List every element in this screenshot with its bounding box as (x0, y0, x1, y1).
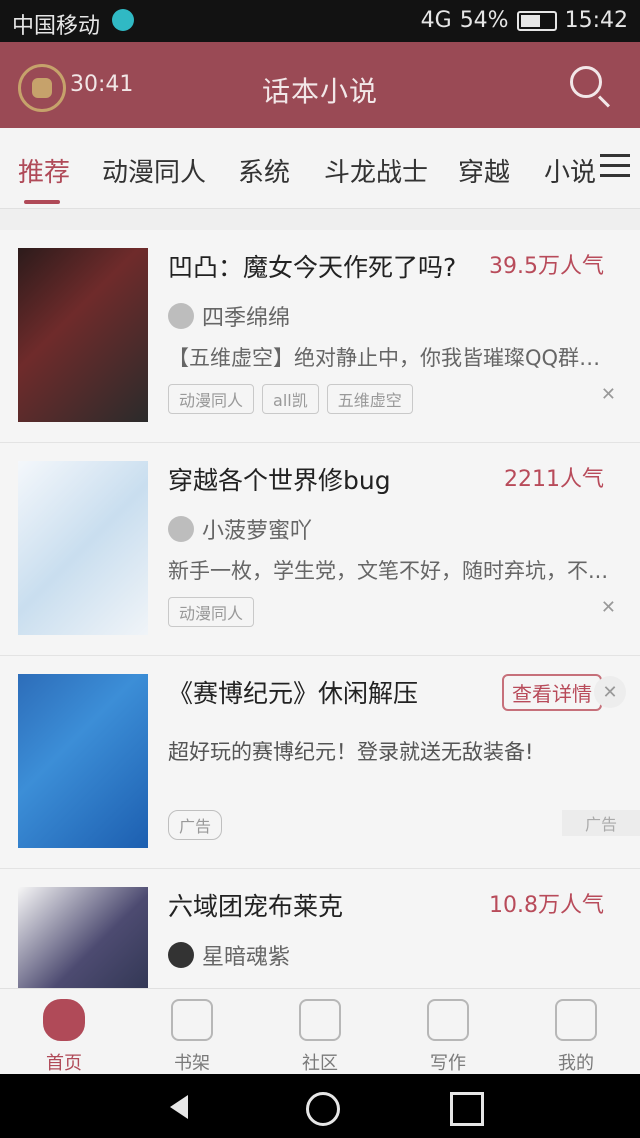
nav-label: 首页 (46, 1053, 82, 1074)
nav-label: 书架 (174, 1053, 210, 1074)
tab-system[interactable]: 系统 (238, 152, 290, 189)
story-author: 星暗魂紫 (168, 939, 290, 971)
story-cover[interactable] (18, 248, 148, 422)
story-cover[interactable] (18, 461, 148, 635)
status-right: 4G 54% 15:42 (421, 8, 628, 33)
pencil-icon (427, 999, 469, 1041)
ad-desc: 超好玩的赛博纪元！登录就送无敌装备! (168, 740, 534, 764)
tab-novel[interactable]: 小说 (544, 152, 596, 189)
battery-icon (516, 10, 557, 31)
story-title[interactable]: 六域团宠布莱克 (168, 887, 343, 923)
story-cover[interactable] (18, 887, 148, 988)
nav-write[interactable]: 写作 (398, 999, 498, 1075)
story-feed[interactable]: 凹凸：魔女今天作死了吗? 39.5万人气 四季绵绵 【五维虚空】绝对静止中，你我… (0, 209, 640, 988)
category-tabs: 推荐 动漫同人 系统 斗龙战士 穿越 小说 (0, 128, 640, 209)
tag[interactable]: 五维虚空 (326, 384, 413, 414)
ad-label: 广告 (562, 810, 640, 836)
ad-title[interactable]: 《赛博纪元》休闲解压 (168, 674, 418, 710)
page-title: 话本小说 (261, 75, 378, 108)
story-desc: 【五维虚空】绝对静止中，你我皆璀璨QQ群号：7... (168, 346, 618, 370)
nav-home[interactable]: 首页 (14, 999, 114, 1075)
avatar (168, 516, 194, 542)
story-popularity: 10.8万人气 (489, 893, 604, 918)
story-author: 四季绵绵 (168, 300, 290, 332)
bottom-nav: 首页 书架 社区 写作 我的 (0, 988, 640, 1075)
nav-profile[interactable]: 我的 (526, 999, 626, 1075)
profile-icon (555, 999, 597, 1041)
clock: 15:42 (564, 8, 628, 33)
nav-community[interactable]: 社区 (270, 999, 370, 1075)
story-title[interactable]: 凹凸：魔女今天作死了吗? (168, 248, 456, 284)
nav-label: 写作 (430, 1053, 466, 1074)
status-bar: 中国移动 4G 54% 15:42 (0, 0, 640, 42)
back-icon[interactable] (164, 1092, 192, 1120)
story-author: 小菠萝蜜吖 (168, 513, 312, 545)
ad-cover[interactable] (18, 674, 148, 848)
menu-icon[interactable] (600, 154, 630, 178)
story-title[interactable]: 穿越各个世界修bug (168, 461, 391, 497)
app-header: 30:41 话本小说 (0, 42, 640, 128)
nav-label: 我的 (558, 1053, 594, 1074)
close-icon[interactable]: ✕ (601, 597, 616, 618)
close-icon[interactable]: ✕ (594, 676, 626, 708)
tab-recommend[interactable]: 推荐 (18, 152, 70, 189)
tab-anime[interactable]: 动漫同人 (102, 152, 206, 189)
story-desc: 新手一枚，学生党，文笔不好，随时弃坑，不... (168, 559, 609, 583)
tag[interactable]: all凯 (262, 384, 319, 414)
tag[interactable]: 动漫同人 (168, 384, 255, 414)
tab-dragon[interactable]: 斗龙战士 (324, 152, 428, 189)
tab-timetravel[interactable]: 穿越 (458, 152, 510, 189)
nav-shelf[interactable]: 书架 (142, 999, 242, 1075)
close-icon[interactable]: ✕ (601, 384, 616, 405)
carrier-name: 中国移动 (12, 14, 101, 39)
avatar (168, 303, 194, 329)
story-card[interactable]: 凹凸：魔女今天作死了吗? 39.5万人气 四季绵绵 【五维虚空】绝对静止中，你我… (0, 230, 640, 443)
ad-badge: 广告 (168, 810, 223, 840)
story-card[interactable]: 六域团宠布莱克 10.8万人气 星暗魂紫 (0, 869, 640, 988)
story-popularity: 2211人气 (504, 467, 604, 492)
story-tags: 动漫同人 all凯 五维虚空 (168, 384, 413, 414)
community-icon (299, 999, 341, 1041)
avatar (168, 942, 194, 968)
active-tab-indicator (24, 200, 60, 204)
moon-icon (112, 9, 134, 31)
story-card[interactable]: 穿越各个世界修bug 2211人气 小菠萝蜜吖 新手一枚，学生党，文笔不好，随时… (0, 443, 640, 656)
recent-apps-icon[interactable] (450, 1092, 484, 1126)
battery-percent: 54% (459, 8, 509, 33)
nav-label: 社区 (302, 1053, 338, 1074)
home-button-icon[interactable] (306, 1092, 340, 1126)
story-tags: 动漫同人 (168, 597, 255, 627)
network-label: 4G (420, 8, 452, 33)
home-icon (43, 999, 85, 1041)
ad-card[interactable]: 《赛博纪元》休闲解压 查看详情 ✕ 超好玩的赛博纪元！登录就送无敌装备! 广告 … (0, 656, 640, 869)
story-popularity: 39.5万人气 (489, 254, 604, 279)
system-nav-bar (0, 1074, 640, 1138)
tag[interactable]: 动漫同人 (168, 597, 255, 627)
view-details-button[interactable]: 查看详情 (502, 674, 602, 711)
search-icon[interactable] (570, 66, 602, 98)
bookshelf-icon (171, 999, 213, 1041)
